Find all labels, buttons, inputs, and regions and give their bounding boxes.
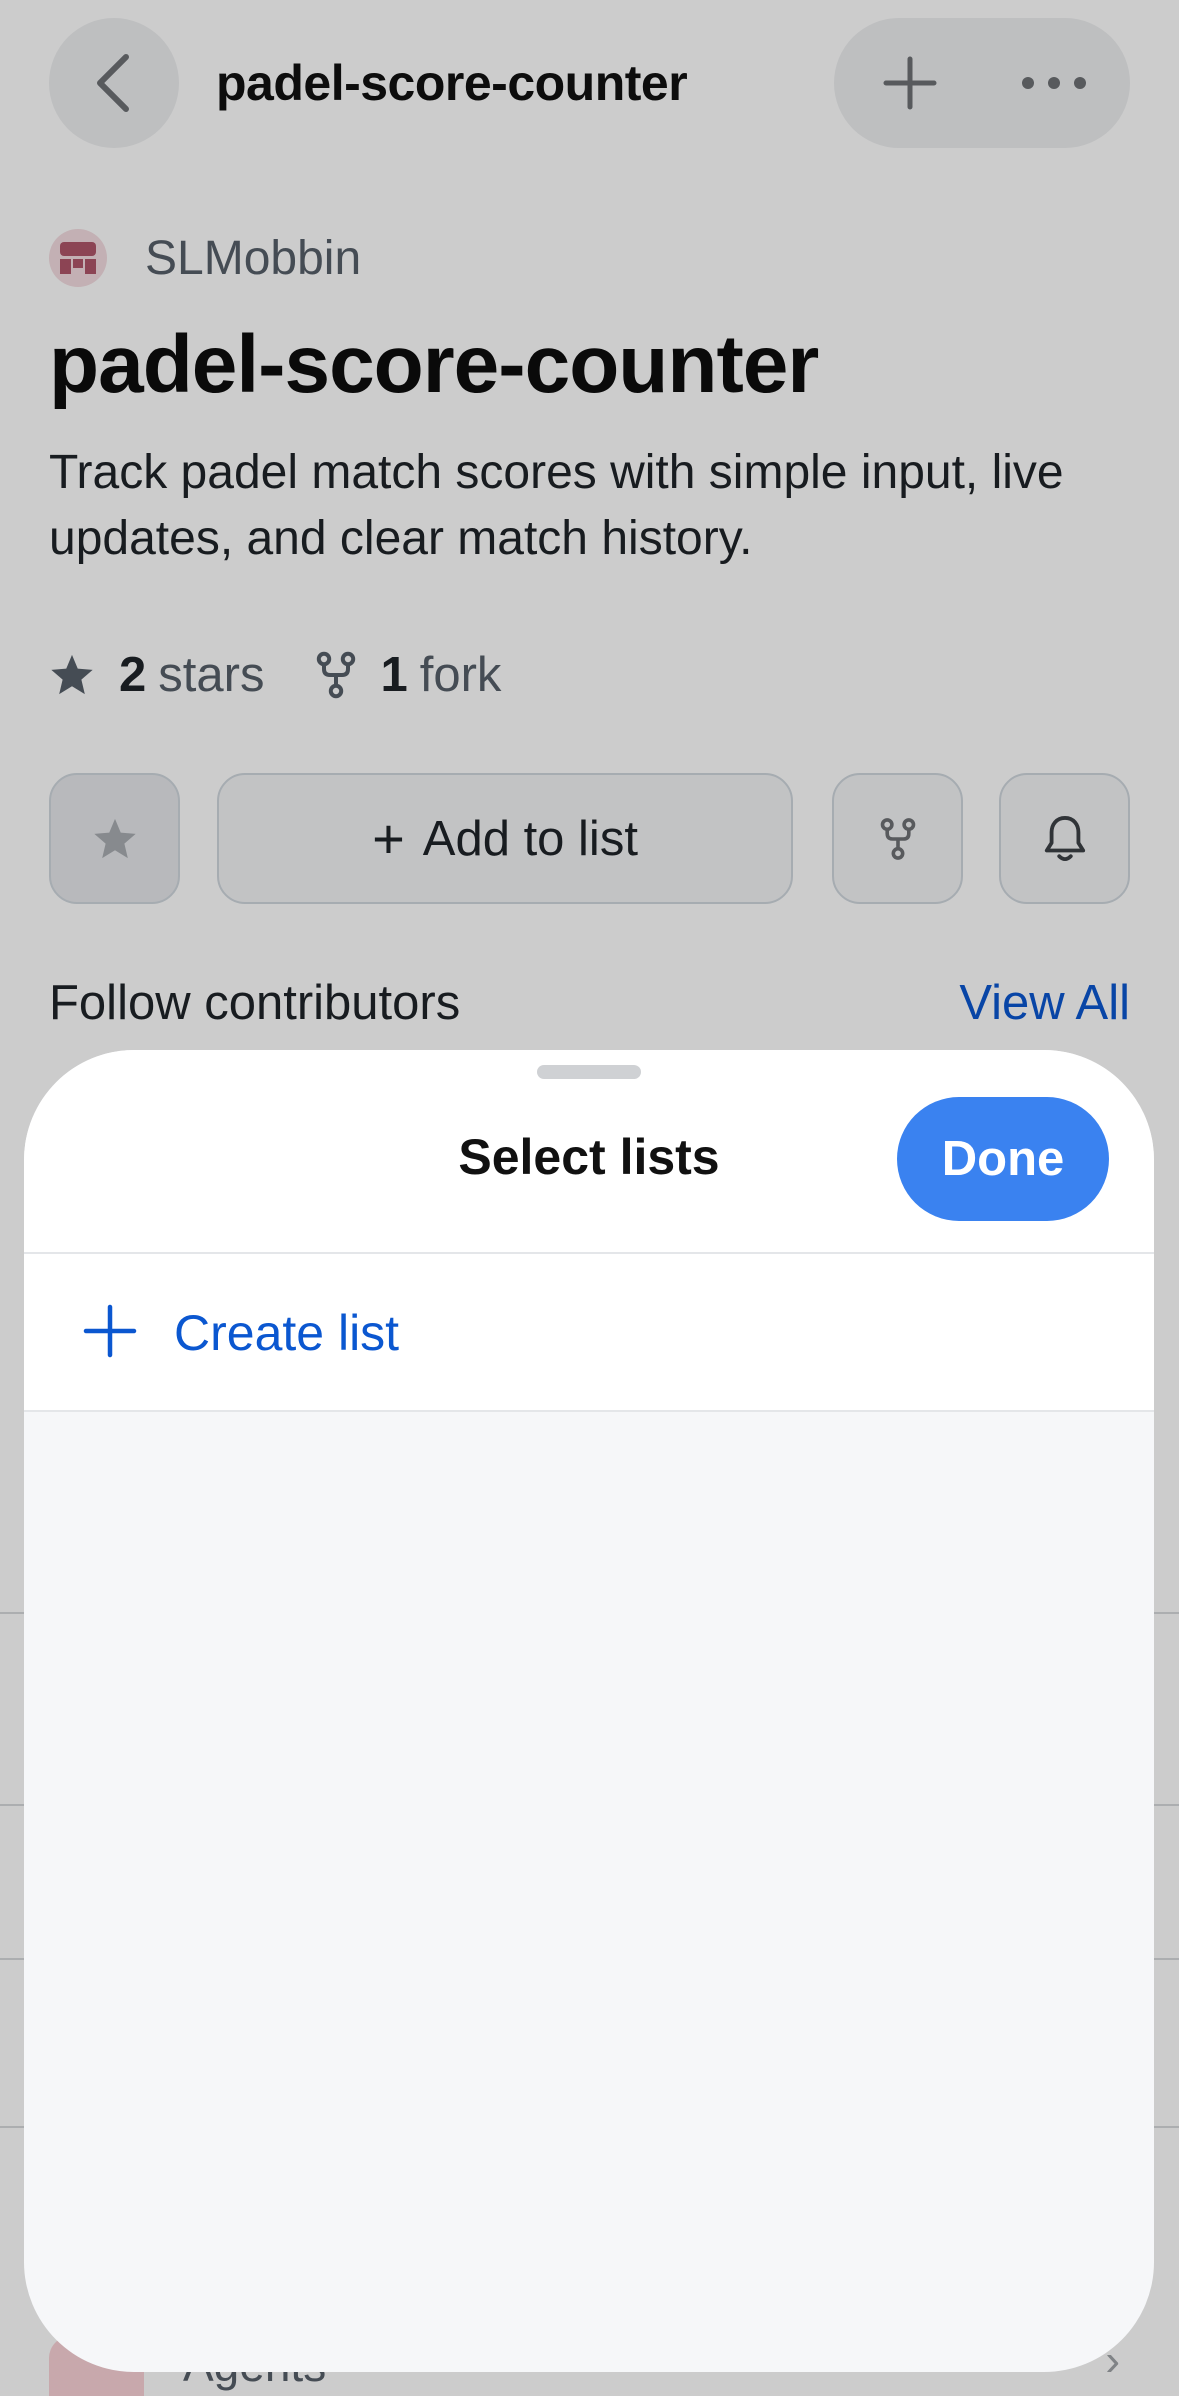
create-list-label: Create list (174, 1305, 400, 1361)
create-list-button[interactable]: Create list (24, 1254, 1154, 1412)
plus-icon (83, 1304, 137, 1358)
sheet-header: Select lists Done (24, 1050, 1154, 1254)
done-button[interactable]: Done (897, 1097, 1109, 1221)
sheet-drag-handle[interactable] (537, 1065, 641, 1079)
select-lists-sheet: Select lists Done Create list (24, 1050, 1154, 2372)
